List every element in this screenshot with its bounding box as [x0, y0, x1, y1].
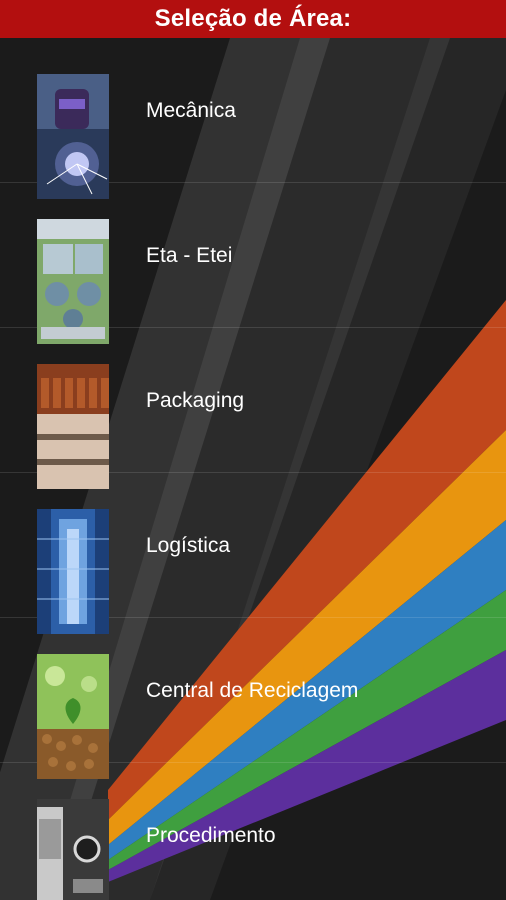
area-item-logistica[interactable]: Logística — [0, 473, 506, 634]
area-item-procedimento[interactable]: Procedimento — [0, 763, 506, 900]
area-list: Mecânica Eta - Etei Packaging Logística … — [0, 38, 506, 900]
recycling-pellets-icon — [37, 654, 109, 779]
area-item-label: Packaging — [146, 389, 245, 412]
area-item-central-de-reciclagem[interactable]: Central de Reciclagem — [0, 618, 506, 779]
water-treatment-icon — [37, 219, 109, 344]
warehouse-icon — [37, 509, 109, 634]
area-item-mecanica[interactable]: Mecânica — [0, 38, 506, 199]
area-item-label: Eta - Etei — [146, 244, 233, 267]
area-item-label: Logística — [146, 534, 231, 557]
area-item-label: Central de Reciclagem — [146, 679, 359, 702]
area-item-eta-etei[interactable]: Eta - Etei — [0, 183, 506, 344]
welding-icon — [37, 74, 109, 199]
area-item-label: Procedimento — [146, 824, 276, 847]
area-item-packaging[interactable]: Packaging — [0, 328, 506, 489]
area-item-label: Mecânica — [146, 99, 236, 122]
header-bar: Seleção de Área: — [0, 0, 506, 38]
page-title: Seleção de Área: — [154, 5, 352, 32]
bottling-line-icon — [37, 364, 109, 489]
desk-laptop-icon — [37, 799, 109, 900]
